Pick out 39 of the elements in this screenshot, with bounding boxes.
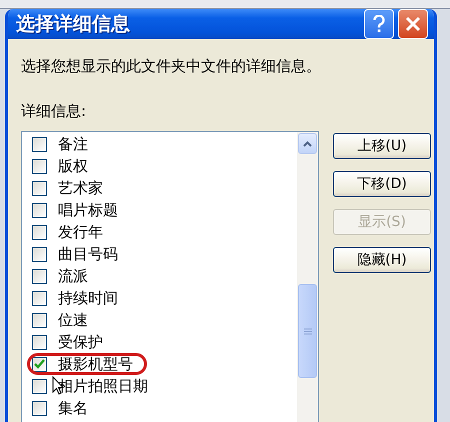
scroll-up-button[interactable] xyxy=(298,133,317,154)
scrollbar[interactable] xyxy=(297,132,318,422)
close-button[interactable] xyxy=(398,9,428,39)
checkbox[interactable] xyxy=(32,312,47,328)
checkbox[interactable] xyxy=(32,158,47,174)
checkbox[interactable] xyxy=(32,356,47,372)
action-button[interactable]: 隐藏(H) xyxy=(333,247,431,273)
scroll-thumb[interactable] xyxy=(298,284,317,378)
list-item[interactable]: 发行年 xyxy=(58,222,103,242)
checkbox[interactable] xyxy=(32,290,47,306)
list-item[interactable]: 版权 xyxy=(58,156,88,176)
checkbox[interactable] xyxy=(32,180,47,196)
list-item[interactable]: 持续时间 xyxy=(58,288,118,308)
action-button[interactable]: 下移(D) xyxy=(333,171,431,197)
instruction-text: 选择您想显示的此文件夹中文件的详细信息。 xyxy=(21,57,322,76)
checkbox[interactable] xyxy=(32,136,47,152)
checkbox[interactable] xyxy=(32,400,47,416)
checkbox[interactable] xyxy=(32,224,47,240)
list-item[interactable]: 艺术家 xyxy=(58,178,103,198)
checkbox[interactable] xyxy=(32,268,47,284)
list-item[interactable]: 摄影机型号 xyxy=(58,354,133,374)
list-item[interactable]: 曲目号码 xyxy=(58,244,118,264)
list-label: 详细信息: xyxy=(21,102,88,121)
list-item[interactable]: 备注 xyxy=(58,134,88,154)
help-button[interactable] xyxy=(364,9,394,39)
window-title: 选择详细信息 xyxy=(16,12,131,37)
caret-icon xyxy=(303,140,312,146)
checkbox[interactable] xyxy=(32,378,47,394)
checkbox[interactable] xyxy=(32,334,47,350)
checkbox[interactable] xyxy=(32,246,47,262)
close-icon xyxy=(405,16,421,32)
help-icon xyxy=(373,15,385,33)
list-item[interactable]: 受保护 xyxy=(58,332,103,352)
list-item[interactable]: 唱片标题 xyxy=(58,200,118,220)
list-item[interactable]: 集名 xyxy=(58,398,88,418)
action-button[interactable]: 上移(U) xyxy=(333,133,431,159)
checkbox[interactable] xyxy=(32,202,47,218)
list-item[interactable]: 流派 xyxy=(58,266,88,286)
list-item[interactable]: 位速 xyxy=(58,310,88,330)
